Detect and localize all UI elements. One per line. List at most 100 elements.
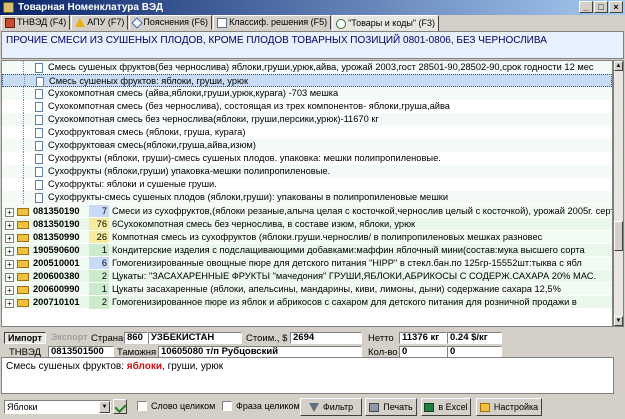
document-icon <box>35 128 43 138</box>
funnel-icon <box>308 402 319 412</box>
tab-tnved[interactable]: ТНВЭД (F4) <box>1 15 71 30</box>
tree-child-row[interactable]: Сухокомпотная смесь (без чернослива), со… <box>2 100 612 113</box>
bottom-toolbar: Яблоки ▼ Слово целиком Фраза целиком Фил… <box>0 396 625 419</box>
document-icon <box>35 89 43 99</box>
settings-folder-icon <box>479 402 490 412</box>
document-icon <box>36 77 44 87</box>
print-button[interactable]: Печать <box>365 398 417 416</box>
tree-child-row-selected[interactable]: Смесь сушеных фруктов: яблоки, груши, ур… <box>2 74 612 88</box>
tree-parent-row[interactable]: +081350190 7 Смеси из сухофруктов,(яблоки … <box>2 204 612 218</box>
tab-goods-codes[interactable]: "Товары и коды" (F3) <box>332 15 440 31</box>
cost-label: Стоим., $ <box>246 333 288 344</box>
tree-parent-row[interactable]: +081350190 76 6Сухокомпотная смесь без чер… <box>2 217 612 231</box>
window-title: Товарная Номенклатура ВЭД <box>18 2 163 13</box>
country-name-field: УЗБЕКИСТАН <box>148 332 242 344</box>
tree-parent-row[interactable]: +200510001 6 Гомогенизированные овощные пю… <box>2 256 612 270</box>
checkbox-box[interactable] <box>137 401 147 411</box>
document-icon <box>35 180 43 190</box>
count-badge: 2 <box>89 296 109 309</box>
folder-icon <box>17 208 29 216</box>
whole-word-checkbox[interactable]: Слово целиком <box>137 401 215 411</box>
printer-icon <box>369 402 380 412</box>
chevron-down-icon[interactable]: ▼ <box>99 401 110 413</box>
window-controls: _ □ × <box>579 1 623 13</box>
goods-tree[interactable]: Смесь сушеных фруктов(без чернослива) яб… <box>1 60 613 327</box>
whole-phrase-checkbox[interactable]: Фраза целиком <box>222 401 300 411</box>
title-bar: Товарная Номенклатура ВЭД _ □ × <box>0 0 625 15</box>
tree-child-row[interactable]: Смесь сушеных фруктов(без чернослива) яб… <box>2 61 612 74</box>
expand-icon[interactable]: + <box>5 234 14 243</box>
document-icon <box>35 115 43 125</box>
expand-icon[interactable]: + <box>5 208 14 217</box>
app-icon <box>3 2 14 13</box>
folder-icon <box>17 234 29 242</box>
folder-icon <box>17 273 29 281</box>
tree-parent-row[interactable]: +200600380 2 Цукаты: "ЗАСАХАРЕННЫЕ ФРУКТЫ … <box>2 269 612 283</box>
tree-child-row[interactable]: Сухофрукты-смесь сушеных плодов (яблоки,… <box>2 191 612 204</box>
document-icon <box>35 154 43 164</box>
tree-child-row[interactable]: Сухофрукты (яблоки,груши) упаковка-мешки… <box>2 165 612 178</box>
description-box: Смесь сушеных фруктов: яблоки, груши, ур… <box>1 357 614 394</box>
book-icon <box>5 17 15 28</box>
scroll-thumb[interactable] <box>614 221 623 251</box>
page-icon <box>217 17 228 28</box>
tree-parent-row[interactable]: +190590600 1 Кондитерские изделия с подсла… <box>2 243 612 257</box>
tab-explanations[interactable]: Пояснения (F6) <box>129 15 213 30</box>
document-icon <box>35 63 43 73</box>
tree-child-row[interactable]: Сухокомпотная смесь (айва,яблоки,груши,у… <box>2 87 612 100</box>
search-combo[interactable]: Яблоки ▼ <box>4 400 111 414</box>
folder-icon <box>17 221 29 229</box>
tree-child-row[interactable]: Сухофрукты: яблоки и сушеные груши. <box>2 178 612 191</box>
tree-scrollbar[interactable]: ▲ ▼ <box>613 60 624 327</box>
document-icon <box>35 102 43 112</box>
net-field: 11376 кг <box>399 332 447 344</box>
price-field: 0.24 $/кг <box>447 332 502 344</box>
scroll-up-icon[interactable]: ▲ <box>614 61 623 71</box>
folder-icon <box>17 299 29 307</box>
expand-icon[interactable]: + <box>5 273 14 282</box>
expand-icon[interactable]: + <box>5 221 14 230</box>
tree-parent-row[interactable]: +200710101 2 Гомогенизированное пюре из яб… <box>2 295 612 309</box>
filter-button[interactable]: Фильтр <box>300 398 362 416</box>
folder-icon <box>17 247 29 255</box>
tree-child-row[interactable]: Сухофруктовая смесь(яблоки,груша,айва,из… <box>2 139 612 152</box>
tree-child-row[interactable]: Сухокомпотная смесь без чернослива(яблок… <box>2 113 612 126</box>
search-highlight: яблоки <box>126 361 163 372</box>
minimize-button[interactable]: _ <box>579 1 593 13</box>
expand-icon[interactable]: + <box>5 247 14 256</box>
close-button[interactable]: × <box>609 1 623 13</box>
expand-icon[interactable]: + <box>5 299 14 308</box>
circle-icon <box>336 18 347 29</box>
section-heading: ПРОЧИЕ СМЕСИ ИЗ СУШЕНЫХ ПЛОДОВ, КРОМЕ ПЛ… <box>1 31 624 59</box>
tab-bar: ТНВЭД (F4) АПУ (F7) Пояснения (F6) Класс… <box>0 15 625 31</box>
expand-icon[interactable]: + <box>5 260 14 269</box>
excel-button[interactable]: в Excel <box>421 398 471 416</box>
scroll-down-icon[interactable]: ▼ <box>614 316 623 326</box>
expand-icon[interactable]: + <box>5 286 14 295</box>
diamond-icon <box>131 16 144 29</box>
document-icon <box>35 193 43 203</box>
info-panel: Импорт Экспорт Страна 860 УЗБЕКИСТАН Сто… <box>0 329 625 358</box>
tree-child-row[interactable]: Сухофруктовая смесь (яблоки, груша, кура… <box>2 126 612 139</box>
folder-icon <box>17 286 29 294</box>
export-toggle[interactable]: Экспорт <box>48 332 91 344</box>
cost-field: 2694 <box>290 332 362 344</box>
settings-button[interactable]: Настройка <box>476 398 542 416</box>
maximize-button[interactable]: □ <box>594 1 608 13</box>
folder-icon <box>17 260 29 268</box>
import-toggle[interactable]: Импорт <box>4 332 46 344</box>
tree-parent-row[interactable]: +200600990 1 Цукаты засахаренные (яблоки, … <box>2 282 612 296</box>
tab-classification[interactable]: Классиф. решения (F5) <box>213 15 332 30</box>
tab-apu[interactable]: АПУ (F7) <box>71 15 129 30</box>
tree-parent-row[interactable]: +081350990 26 Компотная смесь из сухофрукт… <box>2 230 612 244</box>
checkbox-box[interactable] <box>222 401 232 411</box>
net-label: Нетто <box>368 333 394 344</box>
apply-search-button[interactable] <box>113 399 127 414</box>
country-label: Страна <box>91 333 124 344</box>
document-icon <box>35 167 43 177</box>
warning-icon <box>75 18 86 27</box>
document-icon <box>35 141 43 151</box>
tree-child-row[interactable]: Сухофрукты (яблоки, груши)-смесь сушеных… <box>2 152 612 165</box>
country-code-field: 860 <box>124 332 148 344</box>
excel-icon <box>424 402 435 412</box>
